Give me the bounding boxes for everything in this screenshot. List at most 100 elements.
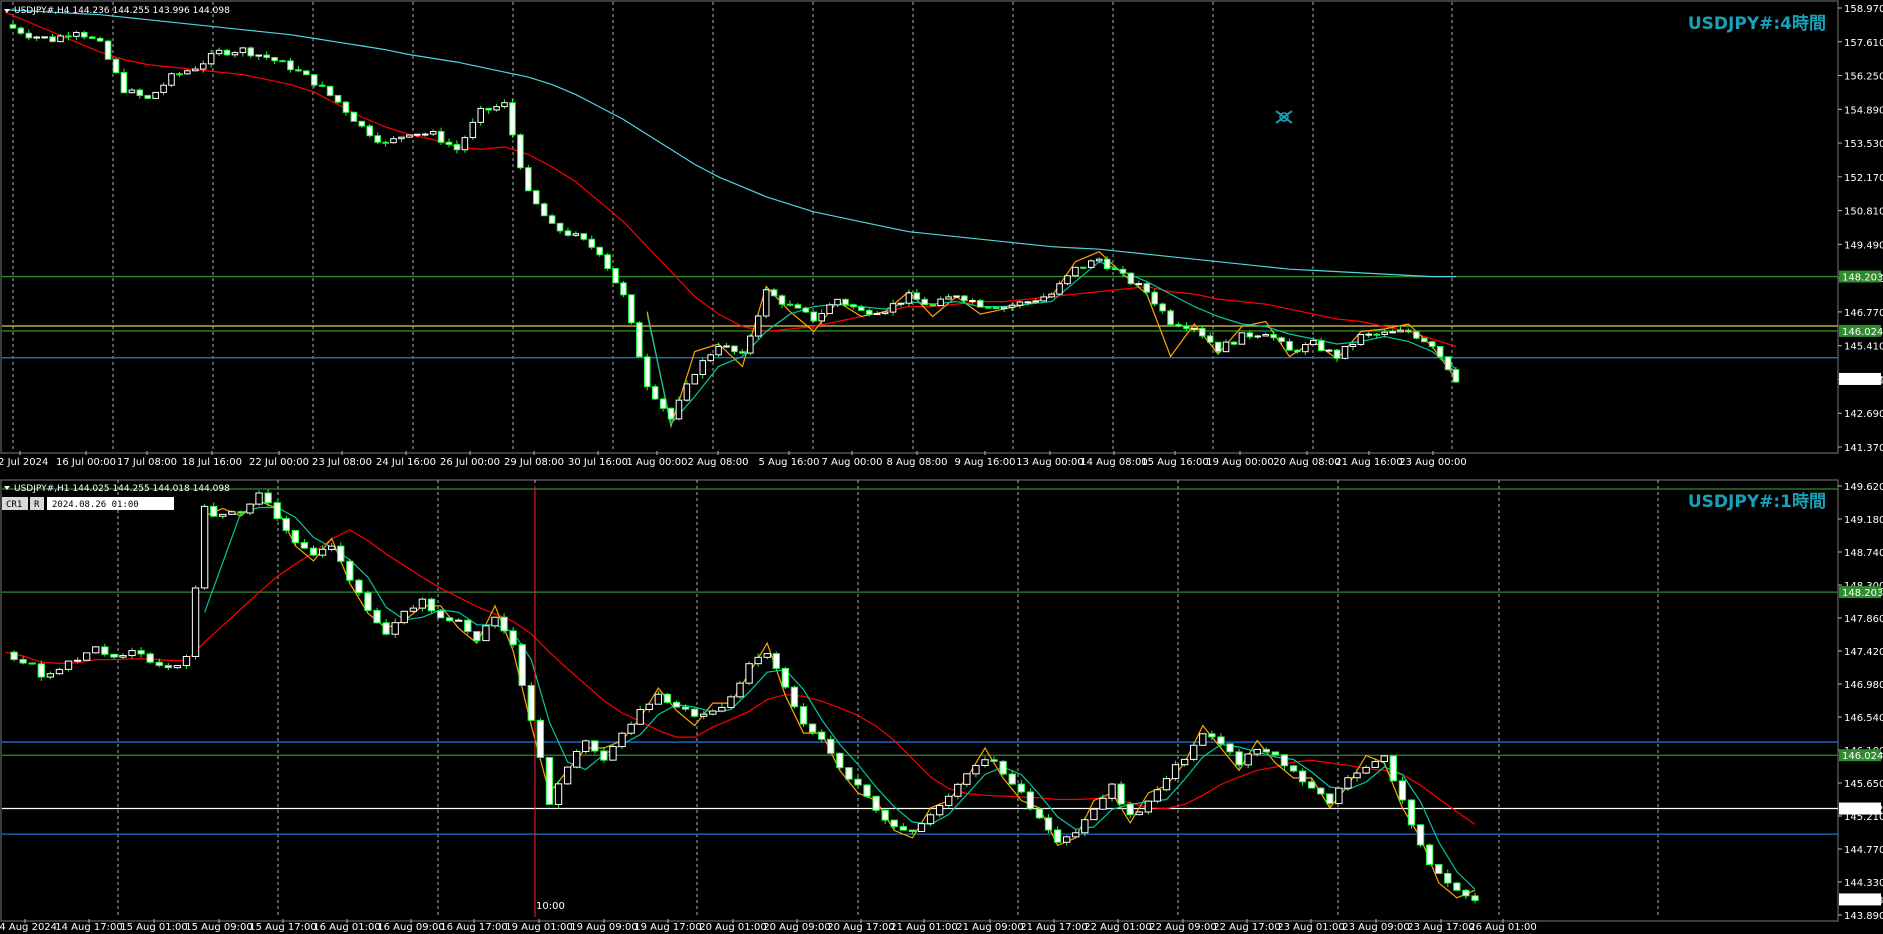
candle-body: [659, 398, 667, 409]
candle-body: [310, 74, 318, 86]
candle-body: [1235, 751, 1243, 766]
chart-canvas[interactable]: 158.970 157.610 156.250 154.890 153.530 152.1…: [0, 0, 1883, 934]
h4-chart-title: USDJPY#:4時間: [1688, 13, 1826, 34]
candle-body: [1008, 304, 1016, 308]
candle-body: [291, 529, 300, 544]
candle-body: [400, 610, 408, 624]
candle-body: [999, 760, 1007, 775]
candle-body: [473, 630, 481, 642]
h4-symbol-header: USDJPY#,H4 144.236 144.255 143.996 144.0…: [14, 6, 230, 16]
candle-body: [636, 322, 643, 358]
indicator-line: [4, 529, 1476, 825]
candle-body: [715, 345, 722, 356]
x-tick-label: 16 Jul 00:00: [56, 457, 116, 468]
candle-body: [9, 24, 17, 29]
h1-price-axis[interactable]: 149.620149.180148.740148.300147.860147.4…: [1838, 482, 1883, 922]
y-tick-label: 150.810: [1844, 207, 1883, 218]
candle-body: [781, 667, 790, 688]
h1-horizontal-levels[interactable]: [2, 488, 1838, 835]
x-tick-label: 21 Aug 09:00: [956, 922, 1023, 933]
x-tick-label: 18 Jul 16:00: [182, 457, 242, 468]
candle-body: [1175, 324, 1182, 327]
candle-body: [1380, 755, 1388, 763]
candle-body: [1317, 340, 1325, 352]
candle-body: [1151, 291, 1158, 305]
candle-body: [373, 609, 381, 624]
candle-body: [850, 304, 857, 308]
candle-body: [842, 298, 849, 306]
crosshair-info-box[interactable]: CR1 R 2024.08.26 01:00: [2, 497, 174, 510]
candle-body: [501, 102, 508, 108]
x-tick-label: 16 Aug 01:00: [313, 922, 380, 933]
candle-body: [770, 289, 778, 297]
candle-body: [303, 70, 310, 76]
h1-chart-panel[interactable]: 10:00 149.620149.180148.740148.300147.86…: [0, 479, 1883, 933]
indicator-line: [4, 11, 1457, 348]
x-tick-label: 24 Jul 16:00: [376, 457, 436, 468]
r-tag: R: [34, 500, 40, 510]
candle-body: [527, 684, 535, 721]
candle-body: [437, 130, 445, 143]
candle-body: [707, 354, 714, 362]
candle-body: [1226, 743, 1234, 753]
x-tick-label: 9 Aug 16:00: [954, 457, 1015, 468]
h4-price-axis[interactable]: 158.970 157.610 156.250 154.890 153.530 152.1…: [1838, 4, 1883, 454]
candle-body: [421, 133, 429, 136]
candle-body: [239, 47, 247, 54]
price-label: 145.312: [1842, 805, 1883, 816]
candle-body: [1307, 781, 1316, 789]
candle-body: [1095, 258, 1103, 262]
candle-body: [191, 587, 200, 657]
candle-body: [1198, 327, 1206, 337]
dropdown-arrow-icon[interactable]: [4, 9, 10, 13]
candle-body: [663, 693, 672, 703]
candle-body: [418, 598, 427, 609]
candle-body: [718, 706, 726, 712]
candle-body: [545, 756, 554, 805]
candle-body: [228, 511, 236, 515]
candle-body: [1246, 332, 1254, 338]
candle-body: [945, 795, 953, 806]
candle-body: [160, 84, 167, 93]
y-tick-label: 149.180: [1844, 515, 1883, 526]
x-tick-label: 20 Aug 17:00: [827, 922, 894, 933]
candle-body: [500, 616, 508, 632]
candle-body: [572, 233, 580, 236]
candle-body: [1289, 765, 1298, 772]
h4-horizontal-levels[interactable]: [2, 275, 1838, 359]
candle-body: [231, 52, 239, 56]
candle-body: [808, 723, 817, 733]
y-tick-label: 158.970: [1844, 4, 1883, 15]
candle-body: [596, 246, 603, 256]
candle-body: [628, 294, 635, 324]
candle-body: [1333, 349, 1341, 359]
candle-body: [1111, 268, 1119, 271]
candle-body: [318, 548, 327, 556]
x-tick-label: 13 Aug 00:00: [1016, 457, 1083, 468]
candle-body: [556, 222, 564, 232]
candle-body: [536, 719, 545, 758]
candle-body: [1222, 341, 1230, 353]
h4-chart-panel[interactable]: 158.970 157.610 156.250 154.890 153.530 152.1…: [0, 0, 1883, 468]
candle-body: [327, 545, 336, 550]
candle-body: [517, 134, 524, 169]
candle-body: [754, 315, 762, 337]
candle-body: [954, 783, 962, 797]
candle-body: [334, 94, 342, 103]
candle-body: [654, 693, 663, 705]
candle-body: [913, 292, 921, 300]
candle-body: [1381, 331, 1388, 335]
candle-body: [890, 819, 898, 828]
candle-body: [1162, 778, 1171, 791]
candle-body: [1407, 799, 1416, 826]
candle-body: [120, 72, 128, 94]
candle-body: [1180, 758, 1189, 766]
h1-time-axis[interactable]: 14 Aug 202414 Aug 17:0015 Aug 01:0015 Au…: [0, 919, 1537, 933]
candle-body: [921, 298, 929, 306]
price-label: 146.024: [1842, 751, 1883, 762]
candle-body: [1016, 301, 1024, 306]
candle-body: [382, 622, 390, 635]
crosshair-time-label: 10:00: [536, 901, 565, 912]
h4-time-axis[interactable]: 12 Jul 2024 16 Jul 00:0017 Jul 08:00 18 Ju…: [0, 451, 1467, 468]
candle-body: [1090, 808, 1098, 821]
